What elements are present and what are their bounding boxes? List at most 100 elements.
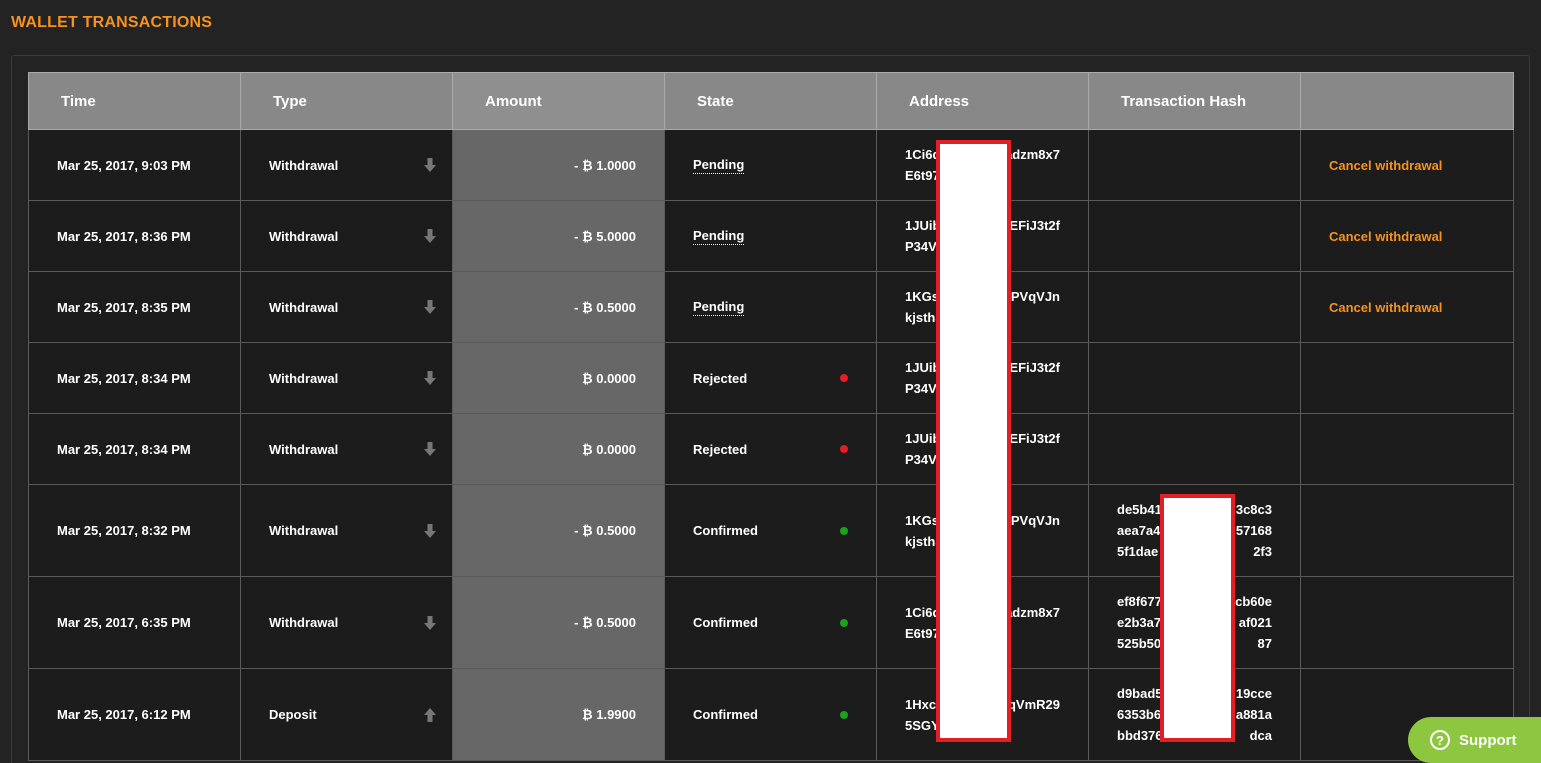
- state-cell: Pending: [664, 200, 877, 272]
- up-arrow-icon: [424, 707, 436, 723]
- amount-cell: - ₿ 1.0000: [452, 129, 665, 201]
- down-arrow-icon: [424, 157, 436, 173]
- header-time[interactable]: Time: [28, 72, 241, 130]
- amount-cell: - ₿ 0.5000: [452, 271, 665, 343]
- type-cell: Withdrawal: [240, 576, 453, 669]
- down-arrow-icon: [424, 299, 436, 315]
- address-part: P34V: [905, 381, 937, 396]
- state-cell: Rejected: [664, 413, 877, 485]
- address-part: P34V: [905, 452, 937, 467]
- time-cell: Mar 25, 2017, 8:34 PM: [28, 342, 241, 414]
- header-state[interactable]: State: [664, 72, 877, 130]
- hash-part: d9bad5: [1117, 686, 1163, 701]
- address-part: 1Hxc: [905, 696, 937, 712]
- address-part: EFiJ3t2f: [1009, 218, 1060, 233]
- status-dot-confirmed: [840, 526, 848, 535]
- hash-cell: [1088, 129, 1301, 201]
- state-cell: Confirmed: [664, 484, 877, 577]
- type-label: Withdrawal: [269, 228, 339, 244]
- header-amount[interactable]: Amount: [452, 72, 665, 130]
- state-label[interactable]: Pending: [693, 157, 745, 174]
- amount-cell: ₿ 0.0000: [452, 413, 665, 485]
- action-cell: [1300, 576, 1514, 669]
- page-title: WALLET TRANSACTIONS: [11, 14, 213, 31]
- state-label[interactable]: Pending: [693, 299, 745, 316]
- amount-cell: - ₿ 5.0000: [452, 200, 665, 272]
- type-label: Withdrawal: [269, 370, 339, 386]
- down-arrow-icon: [424, 615, 436, 631]
- address-part: E6t97: [905, 625, 940, 641]
- hash-part: 5f1dae: [1117, 544, 1159, 559]
- type-cell: Withdrawal: [240, 271, 453, 343]
- down-arrow-icon: [424, 441, 436, 457]
- action-cell: [1300, 413, 1514, 485]
- state-label: Confirmed: [693, 523, 758, 538]
- hash-part: aea7a4: [1117, 523, 1161, 538]
- time-cell: Mar 25, 2017, 6:35 PM: [28, 576, 241, 669]
- action-cell: Cancel withdrawal: [1300, 200, 1514, 272]
- time-cell: Mar 25, 2017, 6:12 PM: [28, 668, 241, 761]
- hash-part: 525b50: [1117, 636, 1162, 651]
- status-dot-confirmed: [840, 710, 848, 719]
- address-part: 5SGY: [905, 717, 940, 733]
- cancel-withdrawal-link[interactable]: Cancel withdrawal: [1329, 158, 1442, 173]
- address-part: PVqVJn: [1010, 289, 1060, 304]
- address-part: EFiJ3t2f: [1009, 360, 1060, 375]
- hash-part: de5b41: [1117, 502, 1162, 517]
- time-cell: Mar 25, 2017, 8:36 PM: [28, 200, 241, 272]
- state-label[interactable]: Pending: [693, 228, 745, 245]
- action-cell: Cancel withdrawal: [1300, 271, 1514, 343]
- header-type[interactable]: Type: [240, 72, 453, 130]
- down-arrow-icon: [424, 523, 436, 539]
- state-label: Confirmed: [693, 615, 758, 630]
- time-cell: Mar 25, 2017, 8:34 PM: [28, 413, 241, 485]
- type-cell: Withdrawal: [240, 484, 453, 577]
- cancel-withdrawal-link[interactable]: Cancel withdrawal: [1329, 229, 1442, 244]
- address-part: PVqVJn: [1010, 512, 1060, 528]
- state-cell: Pending: [664, 271, 877, 343]
- address-part: E6t97: [905, 168, 940, 183]
- address-part: adzm8x7: [1005, 604, 1060, 620]
- header-address[interactable]: Address: [876, 72, 1089, 130]
- action-cell: [1300, 342, 1514, 414]
- amount-cell: ₿ 0.0000: [452, 342, 665, 414]
- support-button[interactable]: ? Support: [1408, 717, 1541, 763]
- hash-part: a881a: [1235, 707, 1272, 722]
- address-redaction-box: [936, 140, 1011, 742]
- hash-cell: [1088, 200, 1301, 272]
- type-cell: Withdrawal: [240, 200, 453, 272]
- amount-cell: - ₿ 0.5000: [452, 576, 665, 669]
- type-label: Withdrawal: [269, 157, 339, 173]
- hash-part: 19cce: [1235, 686, 1272, 701]
- header-transaction-hash[interactable]: Transaction Hash: [1088, 72, 1301, 130]
- down-arrow-icon: [424, 370, 436, 386]
- hash-part: 6353b6: [1117, 707, 1162, 722]
- state-label: Rejected: [693, 441, 748, 457]
- type-label: Withdrawal: [269, 523, 339, 538]
- type-cell: Withdrawal: [240, 413, 453, 485]
- hash-part: dca: [1249, 728, 1272, 743]
- address-part: 1KGs: [905, 289, 939, 304]
- table-row: Mar 25, 2017, 8:34 PM Withdrawal ₿ 0.0000 R…: [28, 413, 1514, 485]
- table-row: Mar 25, 2017, 8:35 PM Withdrawal - ₿ 0.500…: [28, 271, 1514, 343]
- transactions-table: Time Type Amount State Address Transacti…: [28, 72, 1514, 761]
- hash-part: af021: [1238, 615, 1272, 630]
- action-cell: Cancel withdrawal: [1300, 129, 1514, 201]
- address-part: adzm8x7: [1005, 147, 1060, 162]
- down-arrow-icon: [424, 228, 436, 244]
- state-cell: Confirmed: [664, 576, 877, 669]
- amount-cell: ₿ 1.9900: [452, 668, 665, 761]
- type-label: Deposit: [269, 707, 317, 722]
- header-actions: [1300, 72, 1514, 130]
- hash-part: 57168: [1235, 523, 1272, 538]
- hash-cell: [1088, 413, 1301, 485]
- hash-part: e2b3a7: [1117, 615, 1162, 630]
- question-icon: ?: [1430, 730, 1450, 750]
- hash-part: cb60e: [1235, 594, 1272, 609]
- amount-cell: - ₿ 0.5000: [452, 484, 665, 577]
- type-label: Withdrawal: [269, 615, 339, 630]
- cancel-withdrawal-link[interactable]: Cancel withdrawal: [1329, 300, 1442, 315]
- address-part: qVmR29: [1007, 696, 1060, 712]
- table-row: Mar 25, 2017, 9:03 PM Withdrawal - ₿ 1.000…: [28, 129, 1514, 201]
- status-dot-confirmed: [840, 618, 848, 627]
